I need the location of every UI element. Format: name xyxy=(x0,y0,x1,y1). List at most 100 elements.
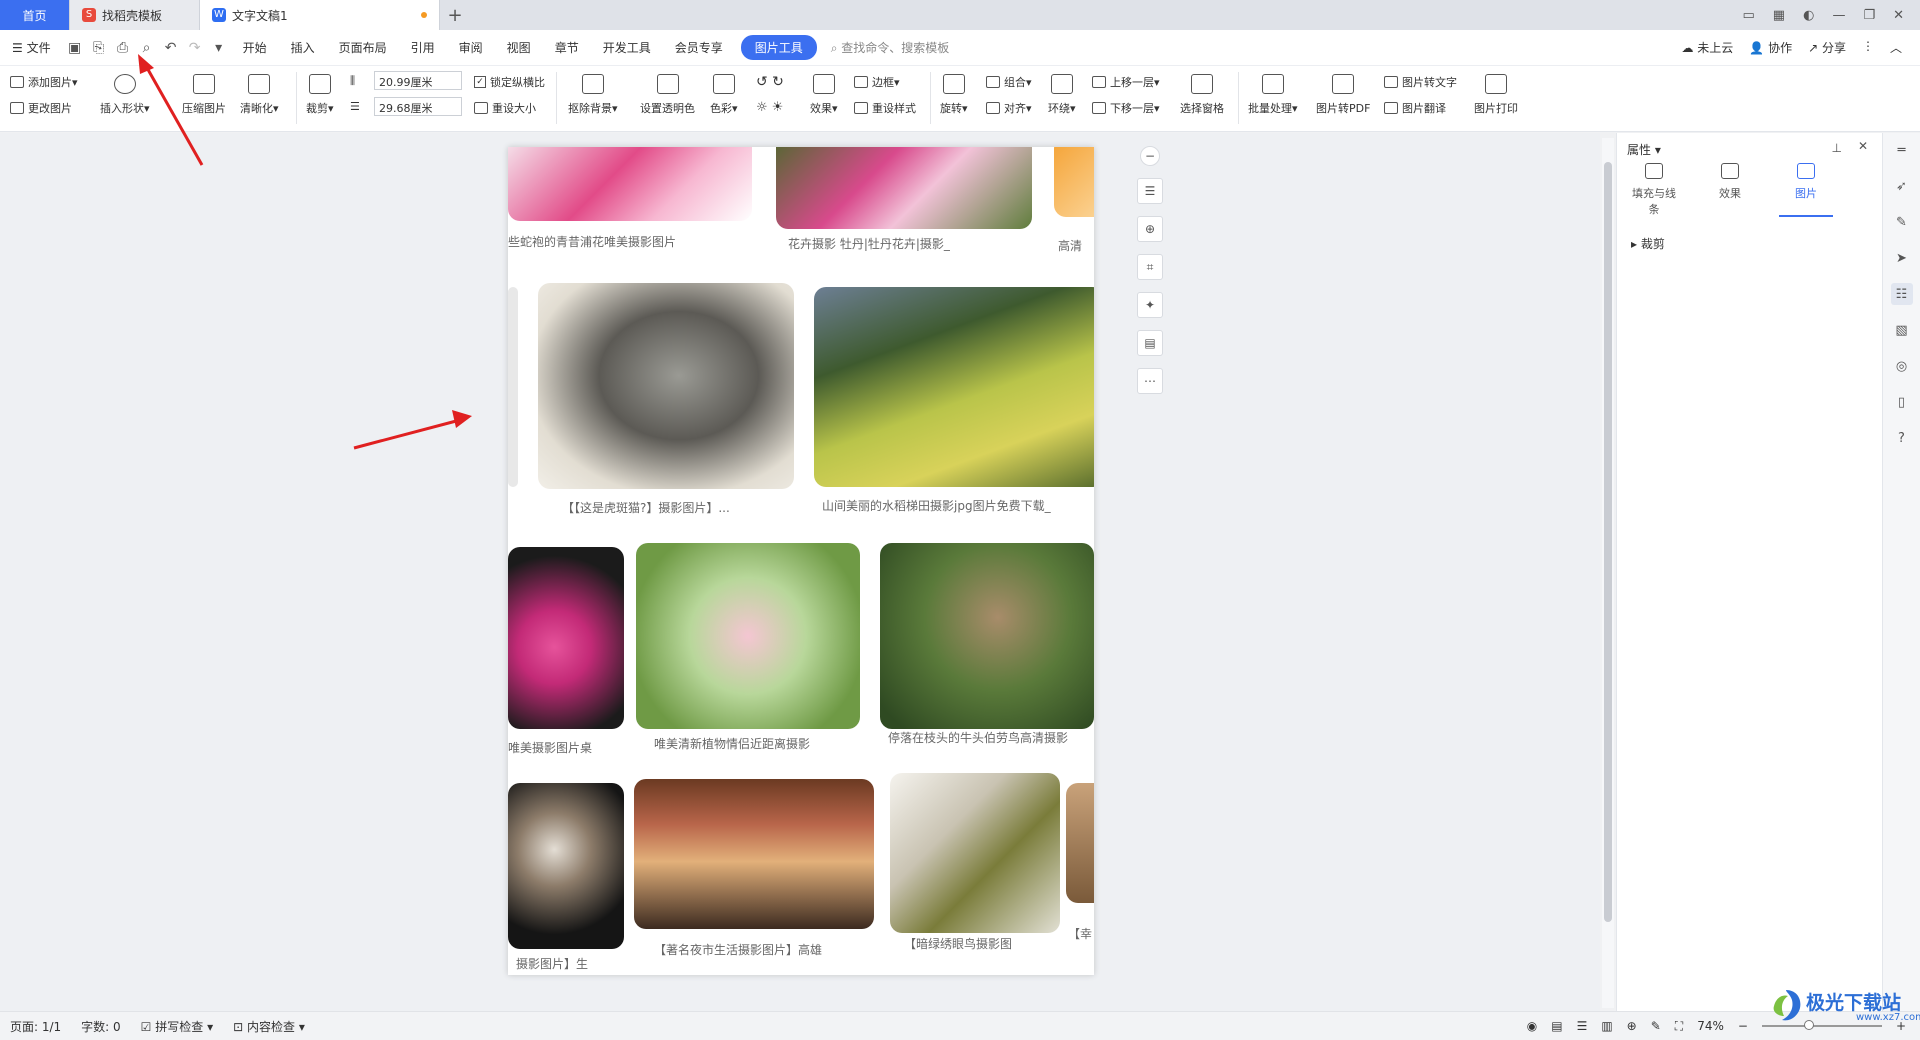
menu-insert[interactable]: 插入 xyxy=(279,39,327,56)
help-icon[interactable]: ? xyxy=(1891,427,1913,449)
image-white-flower[interactable] xyxy=(508,783,624,949)
align-button[interactable]: 对齐 ▾ xyxy=(986,100,1032,116)
crop-section[interactable]: ▸ 裁剪 xyxy=(1631,235,1665,252)
new-tab-button[interactable]: + xyxy=(440,5,470,26)
rotate-button[interactable]: 旋转▾ xyxy=(940,74,968,116)
tab-effects[interactable]: 效果 xyxy=(1703,163,1757,217)
minimize-icon[interactable]: — xyxy=(1832,8,1845,23)
remove-bg-button[interactable]: 抠除背景▾ xyxy=(568,74,618,116)
pen-icon[interactable]: ✎ xyxy=(1891,211,1913,233)
book-icon[interactable]: ▯ xyxy=(1891,391,1913,413)
add-picture-button[interactable]: 添加图片 ▾ xyxy=(10,74,78,90)
grid-icon[interactable]: ▦ xyxy=(1773,8,1785,23)
reset-size-button[interactable]: 重设大小 xyxy=(474,100,536,116)
page-count[interactable]: 页面: 1/1 xyxy=(0,1018,71,1035)
rotate-left-icon[interactable]: ↺ ↻ xyxy=(756,74,784,90)
wrap-button[interactable]: 环绕▾ xyxy=(1048,74,1076,116)
write-view-icon[interactable]: ✎ xyxy=(1651,1019,1661,1033)
menu-developer[interactable]: 开发工具 xyxy=(591,39,663,56)
transparency-button[interactable]: 设置透明色 xyxy=(640,74,695,116)
tab-home[interactable]: 首页 xyxy=(0,0,70,30)
crop-button[interactable]: 裁剪▾ xyxy=(306,74,334,116)
compass-icon[interactable]: ◎ xyxy=(1891,355,1913,377)
image-rice-terraces[interactable] xyxy=(814,287,1094,487)
cloud-status[interactable]: ☁ 未上云 xyxy=(1681,39,1733,56)
sharpen-button[interactable]: 清晰化▾ xyxy=(240,74,279,116)
insert-shape-button[interactable]: 插入形状▾ xyxy=(100,74,150,116)
scrollbar-thumb[interactable] xyxy=(1604,162,1612,922)
panel-title[interactable]: 属性 ▾ xyxy=(1627,141,1661,158)
settings-sliders-icon[interactable]: ☷ xyxy=(1890,283,1913,305)
share-button[interactable]: ↗ 分享 xyxy=(1808,39,1846,56)
pin-icon[interactable]: ⊥ xyxy=(1832,141,1842,155)
layout-icon[interactable]: ▭ xyxy=(1743,8,1755,23)
image-partial[interactable] xyxy=(508,287,518,487)
bring-forward-button[interactable]: 上移一层 ▾ xyxy=(1092,74,1160,90)
group-button[interactable]: 组合 ▾ xyxy=(986,74,1032,90)
translate-button[interactable]: 图片翻译 xyxy=(1384,100,1446,116)
word-count[interactable]: 字数: 0 xyxy=(71,1018,131,1035)
content-check-button[interactable]: ⊡ 内容检查 ▾ xyxy=(223,1018,315,1035)
brightness-icon[interactable]: ☼ ☀ xyxy=(756,100,783,115)
reset-style-button[interactable]: 重设样式 xyxy=(854,100,916,116)
tab-template[interactable]: S 找稻壳模板 xyxy=(70,0,200,30)
zoom-out-icon[interactable]: − xyxy=(1140,146,1160,166)
file-menu[interactable]: ☰ 文件 xyxy=(0,39,63,56)
menu-review[interactable]: 审阅 xyxy=(447,39,495,56)
print-icon[interactable]: ⎙ xyxy=(111,36,135,60)
more-options-icon[interactable]: ⋯ xyxy=(1137,368,1163,394)
tab-document[interactable]: W 文字文稿1 xyxy=(200,0,440,30)
vertical-scrollbar[interactable] xyxy=(1602,138,1614,1008)
avatar[interactable]: ◐ xyxy=(1803,8,1814,23)
menu-member[interactable]: 会员专享 xyxy=(663,39,735,56)
batch-button[interactable]: 批量处理▾ xyxy=(1248,74,1298,116)
save-icon[interactable]: ▣ xyxy=(63,36,87,60)
collapse-rail-icon[interactable]: ═ xyxy=(1891,139,1913,161)
image-peony[interactable] xyxy=(776,147,1032,229)
menu-references[interactable]: 引用 xyxy=(399,39,447,56)
menu-picture-tools[interactable]: 图片工具 xyxy=(740,35,817,60)
image-night-market[interactable] xyxy=(634,779,874,929)
image-white-eye-bird[interactable] xyxy=(890,773,1060,933)
compress-button[interactable]: 压缩图片 xyxy=(182,74,226,116)
spell-check-button[interactable]: ☑ 拼写检查 ▾ xyxy=(131,1018,223,1035)
border-button[interactable]: 边框 ▾ xyxy=(854,74,900,90)
picture-print-button[interactable]: 图片打印 xyxy=(1474,74,1518,116)
tab-picture[interactable]: 图片 xyxy=(1779,163,1833,217)
image-bird-branch[interactable] xyxy=(880,543,1094,729)
image-edit-icon[interactable]: ▧ xyxy=(1891,319,1913,341)
page-view-icon[interactable]: ▤ xyxy=(1551,1019,1562,1033)
command-search[interactable]: ⌕ 查找命令、搜索模板 xyxy=(831,39,950,56)
more-icon[interactable]: ⋮ xyxy=(1862,39,1874,56)
customize-icon[interactable]: ▾ xyxy=(207,36,231,60)
collaborate-button[interactable]: 👤 协作 xyxy=(1749,39,1792,56)
outline-view-icon[interactable]: ☰ xyxy=(1577,1019,1588,1033)
to-pdf-button[interactable]: 图片转PDF xyxy=(1316,74,1370,116)
image-orange-flower[interactable] xyxy=(1054,147,1094,217)
document-page[interactable]: 些蛇袍的青昔浦花唯美摄影图片 花卉摄影 牡丹|牡丹花卉|摄影_ 高清 【【这是虎… xyxy=(508,147,1094,975)
export-icon[interactable]: ⎘ xyxy=(87,36,111,60)
menu-layout[interactable]: 页面布局 xyxy=(327,39,399,56)
image-pastel-flower[interactable] xyxy=(636,543,860,729)
menu-view[interactable]: 视图 xyxy=(495,39,543,56)
crop-tool-icon[interactable]: ⌗ xyxy=(1137,254,1163,280)
web-view-icon[interactable]: ⊕ xyxy=(1627,1019,1637,1033)
read-view-icon[interactable]: ▥ xyxy=(1601,1019,1612,1033)
redo-icon[interactable]: ↷ xyxy=(183,36,207,60)
change-picture-button[interactable]: 更改图片 xyxy=(10,100,72,116)
to-text-button[interactable]: 图片转文字 xyxy=(1384,74,1457,90)
image-pink-blossom[interactable] xyxy=(508,547,624,729)
eye-icon[interactable]: ◉ xyxy=(1527,1019,1537,1033)
lock-ratio-checkbox[interactable]: ✓ 锁定纵横比 xyxy=(474,74,545,90)
close-icon[interactable]: ✕ xyxy=(1893,8,1904,23)
zoom-in-icon[interactable]: ⊕ xyxy=(1137,216,1163,242)
selection-pane-button[interactable]: 选择窗格 xyxy=(1180,74,1224,116)
image-tabby-cat[interactable] xyxy=(538,283,794,489)
width-input[interactable]: 20.99厘米 xyxy=(374,71,462,90)
collapse-ribbon-icon[interactable]: ︿ xyxy=(1890,39,1902,56)
print-preview-icon[interactable]: ⌕ xyxy=(135,36,159,60)
image-pink-flowers[interactable] xyxy=(508,147,752,221)
undo-icon[interactable]: ↶ xyxy=(159,36,183,60)
lightbulb-icon[interactable]: ✦ xyxy=(1137,292,1163,318)
restore-icon[interactable]: ❐ xyxy=(1863,8,1875,23)
